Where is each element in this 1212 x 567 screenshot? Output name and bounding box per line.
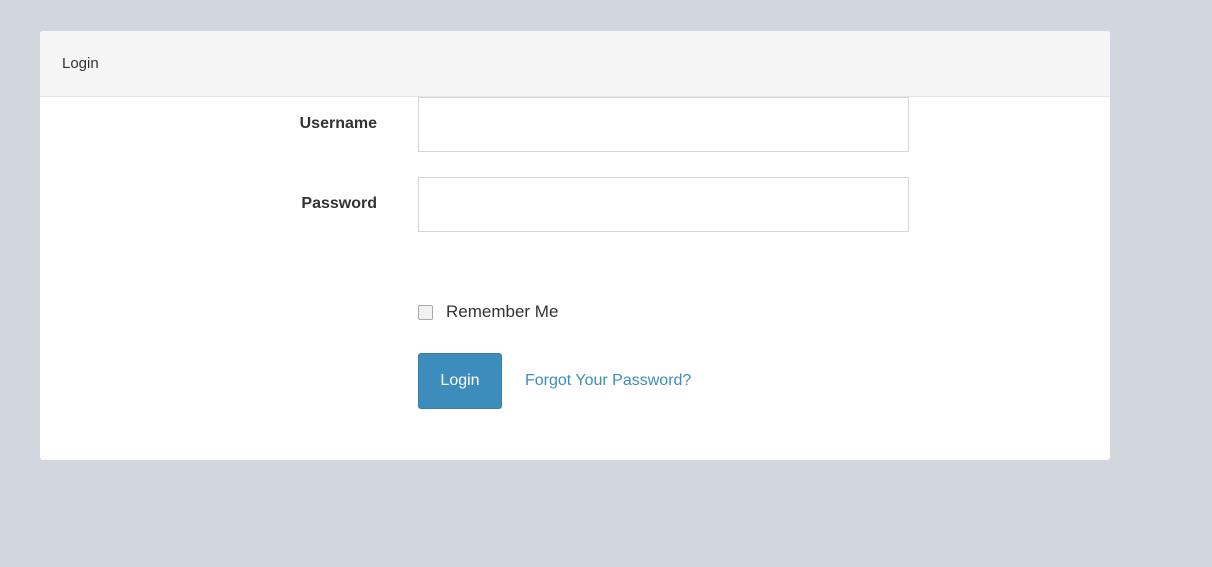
login-card: Login Username Password Remember Me Logi… [40, 31, 1110, 460]
username-input[interactable] [418, 96, 909, 152]
username-label-wrap: Username [40, 97, 377, 152]
forgot-password-link[interactable]: Forgot Your Password? [525, 372, 691, 390]
form-actions: Login Forgot Your Password? [418, 353, 691, 409]
remember-me-checkbox[interactable] [418, 304, 433, 320]
card-title: Login [62, 55, 99, 72]
login-button[interactable]: Login [418, 353, 502, 409]
password-input[interactable] [418, 176, 909, 232]
password-label-wrap: Password [40, 177, 377, 232]
remember-me-label[interactable]: Remember Me [446, 302, 558, 322]
username-label: Username [299, 115, 377, 132]
password-label: Password [301, 195, 377, 212]
card-header: Login [40, 31, 1110, 97]
remember-me[interactable]: Remember Me [418, 302, 558, 322]
